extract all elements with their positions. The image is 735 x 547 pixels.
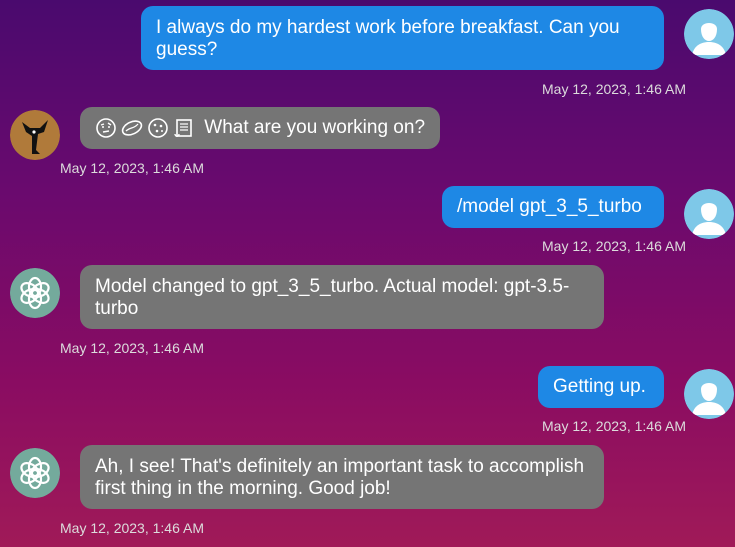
user-message-text: I always do my hardest work before break…	[156, 17, 620, 60]
assistant-message-text: Model changed to gpt_3_5_turbo. Actual m…	[95, 276, 570, 319]
emoji-row	[95, 117, 199, 139]
openai-logo-icon	[10, 448, 60, 498]
message-timestamp: May 12, 2023, 1:46 AM	[60, 520, 204, 536]
assistant-message-bubble: Ah, I see! That's definitely an importan…	[80, 445, 604, 509]
openai-avatar[interactable]	[10, 448, 60, 498]
user-message-text: /model gpt_3_5_turbo	[457, 196, 642, 217]
message-timestamp: May 12, 2023, 1:46 AM	[60, 160, 204, 176]
user-message-bubble: /model gpt_3_5_turbo	[442, 186, 664, 228]
user-silhouette-icon	[684, 369, 734, 419]
assistant-message-text: Ah, I see! That's definitely an importan…	[95, 456, 585, 499]
bean-emoji	[121, 120, 143, 136]
face-with-raised-eyebrow-emoji	[96, 118, 116, 138]
message-timestamp: May 12, 2023, 1:46 AM	[542, 81, 686, 97]
user-message-bubble: I always do my hardest work before break…	[141, 6, 664, 70]
fox-avatar[interactable]	[10, 110, 60, 160]
assistant-message-text: What are you working on?	[204, 117, 426, 139]
fox-icon	[10, 110, 60, 160]
user-message-bubble: Getting up.	[538, 366, 664, 408]
message-timestamp: May 12, 2023, 1:46 AM	[60, 340, 204, 356]
cookie-emoji	[148, 118, 168, 138]
assistant-message-bubble: What are you working on?	[80, 107, 440, 149]
user-message-text: Getting up.	[553, 376, 646, 397]
message-timestamp: May 12, 2023, 1:46 AM	[542, 238, 686, 254]
user-silhouette-icon	[684, 9, 734, 59]
user-avatar[interactable]	[684, 369, 734, 419]
scroll-emoji	[174, 119, 192, 137]
user-silhouette-icon	[684, 189, 734, 239]
openai-avatar[interactable]	[10, 268, 60, 318]
user-avatar[interactable]	[684, 9, 734, 59]
openai-logo-icon	[10, 268, 60, 318]
message-timestamp: May 12, 2023, 1:46 AM	[542, 418, 686, 434]
user-avatar[interactable]	[684, 189, 734, 239]
assistant-message-bubble: Model changed to gpt_3_5_turbo. Actual m…	[80, 265, 604, 329]
